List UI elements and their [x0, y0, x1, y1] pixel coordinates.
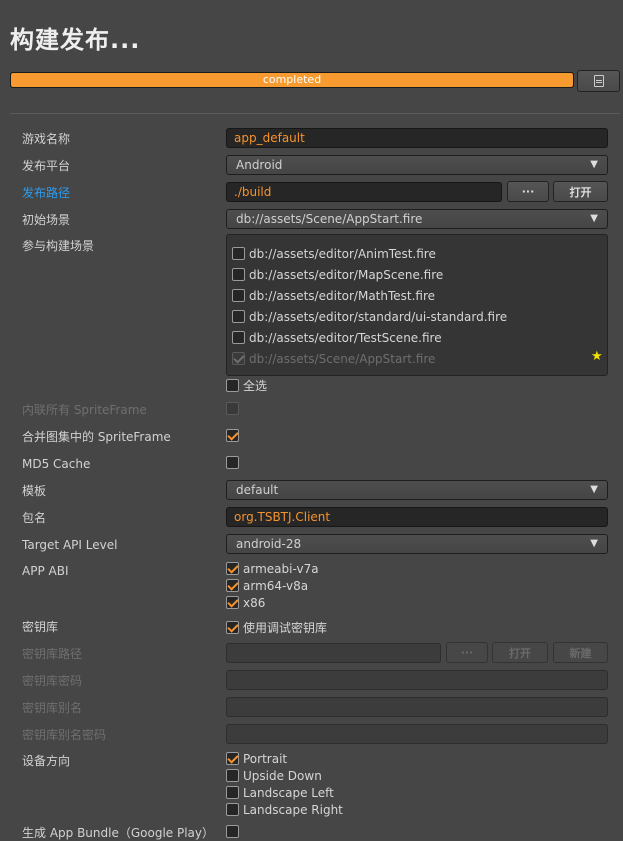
- open-build-path-button[interactable]: 打开: [553, 181, 608, 202]
- scene-item: db://assets/editor/standard/ui-standard.…: [249, 310, 508, 324]
- template-value: default: [236, 483, 279, 497]
- keystore-path-label: 密钥库路径: [22, 647, 83, 661]
- game-name-label: 游戏名称: [22, 132, 71, 146]
- target-api-select[interactable]: android-28 ▼: [226, 534, 608, 554]
- start-scene-label: 初始场景: [22, 213, 71, 227]
- scene-list: db://assets/editor/AnimTest.fire db://as…: [226, 234, 608, 376]
- orientation-checkbox-upside-down[interactable]: [226, 769, 239, 782]
- target-api-label: Target API Level: [22, 538, 118, 552]
- md5-cache-label: MD5 Cache: [22, 457, 91, 471]
- dropdown-arrow-icon: ▼: [590, 213, 598, 224]
- scene-item: db://assets/editor/MathTest.fire: [249, 289, 436, 303]
- keystore-alias-input: [226, 697, 608, 717]
- merge-spriteframes-checkbox[interactable]: [226, 429, 239, 442]
- open-keystore-button: 打开: [492, 642, 548, 663]
- orientation-option-label[interactable]: Portrait: [243, 751, 287, 767]
- keystore-password-input: [226, 670, 608, 690]
- select-all-checkbox[interactable]: [226, 379, 239, 392]
- orientation-checkbox-landscape-right[interactable]: [226, 803, 239, 816]
- template-select[interactable]: default ▼: [226, 480, 608, 500]
- included-scenes-label: 参与构建场景: [22, 239, 95, 253]
- build-progress-bar: completed: [10, 72, 574, 88]
- keystore-path-input: [226, 643, 441, 663]
- target-api-value: android-28: [236, 537, 302, 551]
- scene-checkbox[interactable]: [232, 268, 245, 281]
- scene-item: db://assets/editor/TestScene.fire: [249, 331, 442, 345]
- merge-spriteframes-label: 合并图集中的 SpriteFrame: [22, 430, 171, 444]
- scene-item: db://assets/editor/AnimTest.fire: [249, 247, 436, 261]
- app-abi-label: APP ABI: [22, 564, 69, 578]
- orientation-option-label[interactable]: Landscape Left: [243, 785, 334, 801]
- build-path-input[interactable]: ./build: [226, 182, 502, 202]
- orientation-option-label[interactable]: Landscape Right: [243, 802, 343, 818]
- orientation-checkbox-portrait[interactable]: [226, 752, 239, 765]
- dropdown-arrow-icon: ▼: [590, 538, 598, 549]
- orientation-option-label[interactable]: Upside Down: [243, 768, 322, 784]
- start-scene-star-icon: ★: [591, 349, 603, 364]
- orientation-checkbox-landscape-left[interactable]: [226, 786, 239, 799]
- app-bundle-checkbox[interactable]: [226, 825, 239, 838]
- inline-spriteframes-checkbox: [226, 402, 239, 415]
- abi-checkbox-x86[interactable]: [226, 596, 239, 609]
- start-scene-select[interactable]: db://assets/Scene/AppStart.fire ▼: [226, 209, 608, 229]
- abi-label[interactable]: x86: [243, 595, 265, 611]
- divider: [10, 113, 620, 114]
- keystore-alias-password-label: 密钥库别名密码: [22, 728, 107, 742]
- document-icon: [593, 75, 604, 87]
- browse-build-path-button[interactable]: ···: [507, 181, 549, 202]
- abi-label[interactable]: armeabi-v7a: [243, 561, 319, 577]
- new-keystore-button: 新建: [553, 642, 608, 663]
- inline-spriteframes-label: 内联所有 SpriteFrame: [22, 403, 147, 417]
- dropdown-arrow-icon: ▼: [590, 159, 598, 170]
- scene-checkbox[interactable]: [232, 289, 245, 302]
- scene-checkbox[interactable]: [232, 247, 245, 260]
- scene-checkbox-start-scene: [232, 352, 245, 365]
- progress-status-text: completed: [262, 73, 322, 86]
- scene-checkbox[interactable]: [232, 310, 245, 323]
- scene-item-start-scene: db://assets/Scene/AppStart.fire: [249, 352, 436, 366]
- debug-keystore-checkbox[interactable]: [226, 621, 239, 634]
- open-log-button[interactable]: [577, 70, 620, 92]
- app-bundle-label: 生成 App Bundle（Google Play）: [22, 826, 215, 840]
- platform-label: 发布平台: [22, 159, 71, 173]
- start-scene-value: db://assets/Scene/AppStart.fire: [236, 212, 423, 226]
- keystore-alias-label: 密钥库别名: [22, 701, 83, 715]
- platform-select[interactable]: Android ▼: [226, 155, 608, 175]
- md5-cache-checkbox[interactable]: [226, 456, 239, 469]
- scene-checkbox[interactable]: [232, 331, 245, 344]
- platform-value: Android: [236, 158, 283, 172]
- dropdown-arrow-icon: ▼: [590, 484, 598, 495]
- browse-keystore-button: ···: [446, 642, 488, 663]
- keystore-password-label: 密钥库密码: [22, 674, 83, 688]
- package-name-input[interactable]: org.TSBTJ.Client: [226, 507, 608, 527]
- page-title: 构建发布...: [10, 26, 141, 54]
- game-name-input[interactable]: app_default: [226, 128, 608, 148]
- orientation-label: 设备方向: [22, 754, 71, 768]
- abi-checkbox-arm64-v8a[interactable]: [226, 579, 239, 592]
- abi-checkbox-armeabi-v7a[interactable]: [226, 562, 239, 575]
- abi-label[interactable]: arm64-v8a: [243, 578, 308, 594]
- keystore-alias-password-input: [226, 724, 608, 744]
- scene-item: db://assets/editor/MapScene.fire: [249, 268, 444, 282]
- keystore-label: 密钥库: [22, 620, 59, 634]
- template-label: 模板: [22, 484, 47, 498]
- select-all-label[interactable]: 全选: [243, 378, 267, 394]
- package-name-label: 包名: [22, 511, 47, 525]
- build-path-label[interactable]: 发布路径: [22, 185, 70, 201]
- debug-keystore-label[interactable]: 使用调试密钥库: [243, 620, 327, 636]
